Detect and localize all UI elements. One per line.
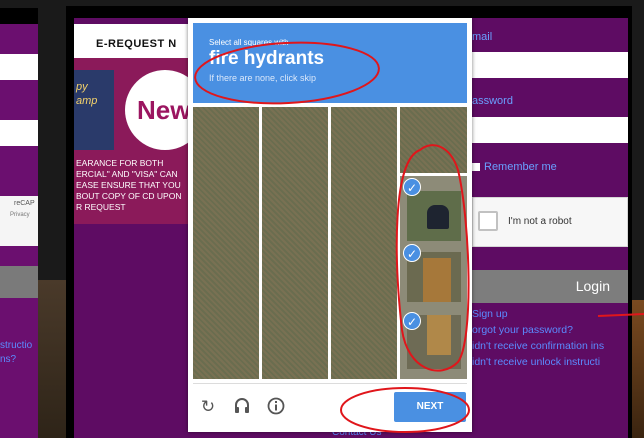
annotation-circle-header <box>194 41 380 105</box>
annotation-circle-hydrant <box>395 144 470 372</box>
annotation-layer <box>194 41 644 433</box>
annotation-stroke <box>597 313 644 317</box>
annotation-circle-next <box>340 387 470 433</box>
